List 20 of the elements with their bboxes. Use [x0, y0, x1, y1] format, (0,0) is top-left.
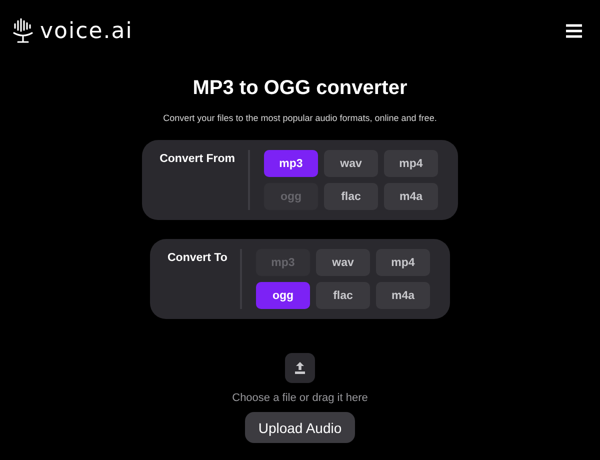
format-button[interactable]: wav: [316, 249, 370, 276]
panel-label: Convert To: [166, 251, 228, 266]
logo-icon: [12, 18, 34, 44]
upload-hint: Choose a file or drag it here: [232, 392, 368, 404]
format-button[interactable]: wav: [324, 150, 378, 177]
upload-audio-button[interactable]: Upload Audio: [245, 412, 355, 443]
upload-icon[interactable]: [285, 353, 315, 383]
format-button[interactable]: flac: [316, 282, 370, 309]
subtitle: Convert your files to the most popular audio formats, online and free.: [163, 113, 437, 123]
panel-label: Convert From: [158, 152, 235, 167]
format-button[interactable]: flac: [324, 183, 378, 210]
format-button[interactable]: mp3: [264, 150, 318, 177]
format-button[interactable]: ogg: [256, 282, 310, 309]
format-button[interactable]: m4a: [376, 282, 430, 309]
logo-text: voice.ai: [40, 18, 133, 44]
format-button[interactable]: mp4: [376, 249, 430, 276]
menu-icon[interactable]: [566, 24, 582, 38]
format-button[interactable]: mp4: [384, 150, 438, 177]
page-title: MP3 to OGG converter: [192, 76, 408, 100]
format-button[interactable]: m4a: [384, 183, 438, 210]
